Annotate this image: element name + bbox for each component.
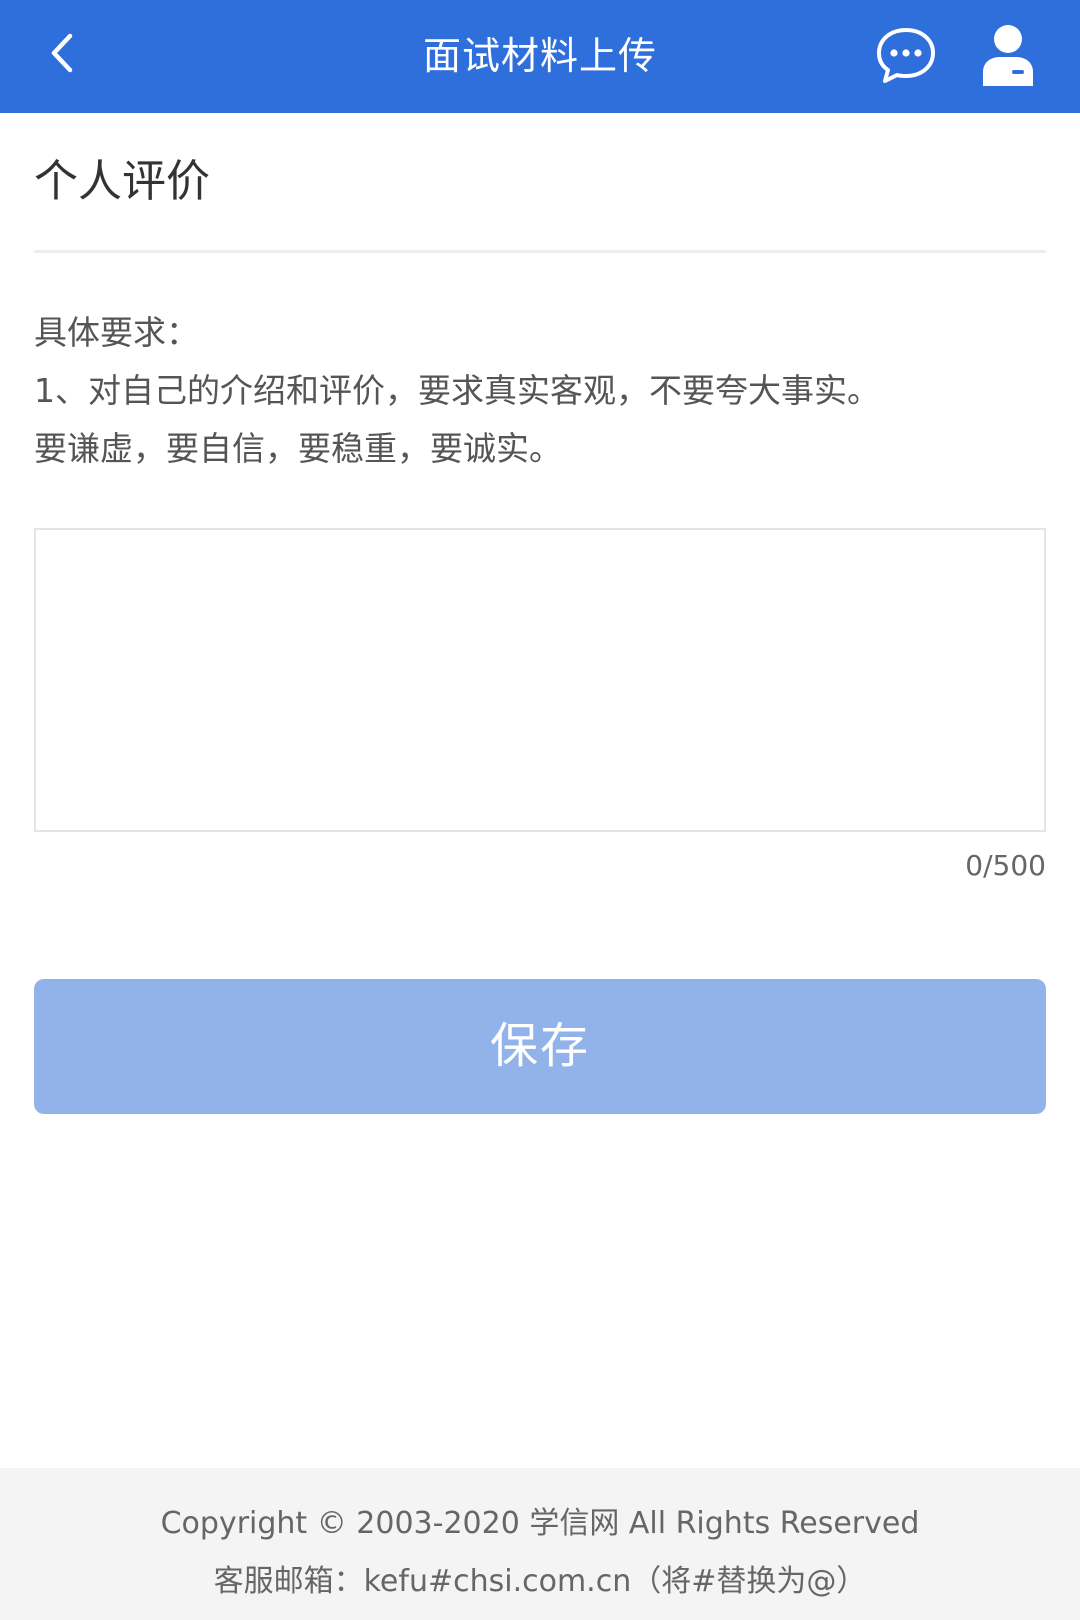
section-title: 个人评价 xyxy=(34,156,210,207)
footer-copyright: Copyright © 2003-2020 学信网 All Rights Res… xyxy=(160,1506,920,1541)
character-counter: 0/500 xyxy=(965,849,1046,882)
self-evaluation-textarea-container[interactable] xyxy=(34,528,1046,832)
user-icon xyxy=(983,25,1033,86)
chat-bubble-icon xyxy=(877,28,935,83)
footer-contact-email: 客服邮箱：kefu#chsi.com.cn（将#替换为@） xyxy=(213,1564,867,1599)
save-button[interactable]: 保存 xyxy=(34,979,1046,1114)
requirements-line: 1、对自己的介绍和评价，要求真实客观，不要夸大事实。 xyxy=(34,371,880,410)
self-evaluation-textarea[interactable] xyxy=(36,530,1044,830)
requirements-line: 要谦虚，要自信，要稳重，要诚实。 xyxy=(34,429,562,468)
chevron-left-icon xyxy=(51,33,73,73)
top-nav-bar: 面试材料上传 xyxy=(0,0,1080,113)
message-button[interactable] xyxy=(874,25,938,85)
section-divider xyxy=(34,250,1046,253)
page-title: 面试材料上传 xyxy=(422,34,657,78)
back-button[interactable] xyxy=(34,22,96,84)
user-button[interactable] xyxy=(978,22,1038,88)
footer: Copyright © 2003-2020 学信网 All Rights Res… xyxy=(0,1468,1080,1620)
requirements-text: 具体要求： 1、对自己的介绍和评价，要求真实客观，不要夸大事实。 要谦虚，要自信… xyxy=(34,304,1054,478)
requirements-heading: 具体要求： xyxy=(34,313,199,352)
